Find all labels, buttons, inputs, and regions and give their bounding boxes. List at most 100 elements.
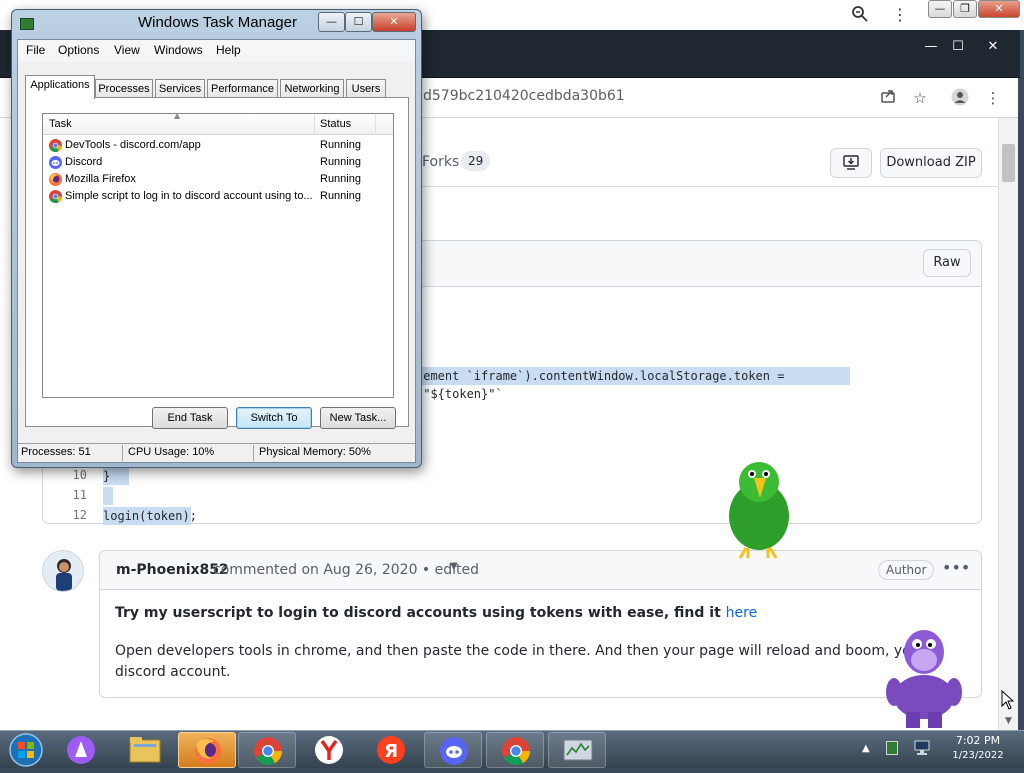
share-icon[interactable] — [878, 88, 898, 108]
taskbar-yandex-icon[interactable]: Я — [362, 732, 420, 768]
menu-options[interactable]: Options — [58, 43, 99, 57]
author-badge: Author — [878, 560, 935, 580]
task-row[interactable]: Discord Running — [43, 154, 393, 171]
task-row[interactable]: Mozilla Firefox Running — [43, 171, 393, 188]
sort-ascending-icon: ▲ — [174, 111, 181, 120]
task-name: Discord — [65, 156, 103, 168]
menu-view[interactable]: View — [114, 43, 140, 57]
avatar[interactable] — [42, 550, 84, 592]
column-divider[interactable] — [375, 114, 376, 135]
show-hidden-icons-icon[interactable]: ▲ — [862, 743, 870, 754]
task-manager-statusbar: Processes: 51 CPU Usage: 10% Physical Me… — [18, 443, 415, 462]
tm-close-button[interactable]: ✕ — [372, 12, 416, 32]
clock-time[interactable]: 7:02 PM — [946, 734, 1010, 747]
zoom-icon[interactable] — [850, 5, 870, 25]
divider — [422, 186, 1000, 187]
taskbar-chrome-icon[interactable] — [486, 732, 544, 768]
download-zip-button[interactable]: Download ZIP — [880, 148, 982, 178]
bookmark-star-icon[interactable]: ☆ — [910, 88, 930, 108]
applications-panel: Task ▲ Status DevTools - discord.com/app… — [25, 97, 409, 427]
comment-body-line: discord account. — [115, 664, 231, 680]
taskbar-chrome-icon[interactable] — [238, 732, 296, 768]
tm-minimize-button[interactable]: — — [318, 12, 345, 32]
switch-to-button[interactable]: Switch To — [236, 407, 312, 429]
chrome-icon — [49, 190, 62, 203]
comment-author[interactable]: m-Phoenix852 — [116, 562, 229, 578]
browser-menu-icon[interactable]: ⋮ — [983, 88, 1003, 108]
vertical-ellipsis-icon[interactable]: ⋮ — [890, 5, 910, 25]
outer-minimize-button[interactable]: — — [928, 0, 952, 18]
comment-meta: commented on Aug 26, 2020 • edited — [213, 562, 480, 578]
inner-minimize-button[interactable]: — — [916, 38, 946, 56]
line-number: 12 — [72, 508, 87, 522]
svg-text:Я: Я — [384, 741, 398, 762]
task-name: DevTools - discord.com/app — [65, 139, 201, 151]
task-row[interactable]: DevTools - discord.com/app Running — [43, 137, 393, 154]
task-manager-window[interactable]: Windows Task Manager — ☐ ✕ File Options … — [11, 9, 422, 468]
page-scrollbar[interactable]: ▼ — [998, 118, 1018, 730]
comment-headline-text: Try my userscript to login to discord ac… — [115, 605, 721, 621]
menu-help[interactable]: Help — [216, 43, 241, 57]
clock-date[interactable]: 1/23/2022 — [946, 750, 1010, 761]
forks-count: 29 — [461, 151, 491, 171]
tab-processes[interactable]: Processes — [95, 79, 153, 98]
tray-task-manager-icon[interactable] — [886, 741, 898, 755]
edited-dropdown-icon[interactable]: ▼ — [450, 561, 458, 572]
forks-label[interactable]: Forks — [422, 154, 459, 170]
outer-restore-button[interactable]: ❐ — [953, 0, 977, 18]
tm-maximize-button[interactable]: ☐ — [345, 12, 372, 32]
desktop-download-icon — [842, 155, 860, 176]
inner-maximize-button[interactable]: ☐ — [943, 38, 973, 56]
raw-button[interactable]: Raw — [923, 249, 971, 277]
comment-headline: Try my userscript to login to discord ac… — [115, 605, 757, 621]
taskbar-file-explorer-icon[interactable] — [116, 732, 174, 768]
purple-gorilla-mascot[interactable] — [884, 622, 964, 730]
new-task-button[interactable]: New Task... — [320, 407, 396, 429]
tab-users[interactable]: Users — [346, 79, 386, 98]
chrome-icon — [49, 139, 62, 152]
task-manager-body: File Options View Windows Help Applicati… — [17, 39, 416, 463]
task-list-header: Task ▲ Status — [43, 111, 393, 135]
taskbar-discord-icon[interactable] — [424, 732, 482, 768]
comment-link[interactable]: here — [726, 605, 758, 621]
column-status[interactable]: Status — [320, 118, 351, 130]
discord-icon — [49, 156, 62, 169]
green-parrot-mascot[interactable] — [722, 458, 796, 560]
task-status: Running — [320, 139, 361, 151]
menu-file[interactable]: File — [26, 43, 45, 57]
firefox-icon — [49, 173, 62, 186]
comment-options-icon[interactable]: ••• — [942, 558, 970, 577]
taskbar-firefox-icon[interactable] — [178, 732, 236, 768]
tab-applications[interactable]: Applications — [25, 75, 95, 99]
inner-close-button[interactable]: ✕ — [978, 38, 1008, 56]
task-row[interactable]: Simple script to log in to discord accou… — [43, 188, 393, 205]
code-line — [103, 487, 113, 505]
task-name: Mozilla Firefox — [65, 173, 136, 185]
network-icon[interactable] — [914, 740, 930, 760]
tab-performance[interactable]: Performance — [207, 79, 278, 98]
taskbar-assistant-icon[interactable] — [52, 732, 110, 768]
outer-close-button[interactable]: ✕ — [978, 0, 1020, 18]
address-url[interactable]: d579bc210420cedbda30b61 — [423, 88, 625, 104]
code-line-highlighted: lement `iframe`).contentWindow.localStor… — [416, 367, 850, 401]
task-manager-menubar: File Options View Windows Help — [18, 40, 415, 61]
menu-windows[interactable]: Windows — [154, 43, 203, 57]
open-desktop-button[interactable] — [830, 148, 872, 178]
line-number: 11 — [72, 488, 87, 502]
status-divider — [122, 445, 123, 461]
scrollbar-thumb[interactable] — [1002, 144, 1015, 182]
tab-services[interactable]: Services — [155, 79, 205, 98]
comment-body-line: Open developers tools in chrome, and the… — [115, 643, 915, 659]
task-name: Simple script to log in to discord accou… — [65, 190, 313, 202]
column-task[interactable]: Task — [49, 118, 72, 130]
start-orb-icon[interactable] — [6, 731, 46, 769]
taskbar-yandex-browser-icon[interactable] — [300, 732, 358, 768]
code-line: login(token); — [103, 507, 197, 525]
taskbar-task-manager-icon[interactable] — [548, 732, 606, 768]
task-list[interactable]: Task ▲ Status DevTools - discord.com/app… — [42, 111, 394, 398]
column-divider[interactable] — [314, 114, 315, 135]
profile-avatar-icon[interactable] — [950, 88, 970, 108]
scroll-down-icon[interactable]: ▼ — [1002, 714, 1015, 728]
end-task-button[interactable]: End Task — [152, 407, 228, 429]
tab-networking[interactable]: Networking — [280, 79, 344, 98]
